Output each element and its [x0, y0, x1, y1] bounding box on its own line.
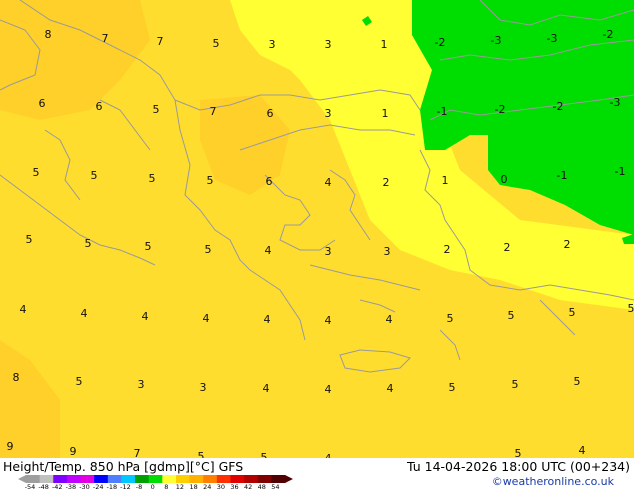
colorbar-swatch: [230, 475, 244, 483]
colorbar-swatch: [162, 475, 176, 483]
temp-label: 4: [325, 176, 332, 189]
temp-label: -2: [495, 103, 506, 116]
temp-label: -1: [437, 105, 448, 118]
colorbar-swatch: [108, 475, 122, 483]
temp-label: 4: [265, 244, 272, 257]
temp-label: 5: [153, 103, 160, 116]
temp-label: 1: [381, 38, 388, 51]
temp-label: 5: [198, 450, 205, 458]
temp-label: 9: [70, 445, 77, 458]
temp-label: 5: [449, 381, 456, 394]
temp-label: 5: [145, 240, 152, 253]
temp-label: -1: [615, 165, 626, 178]
temp-label: 4: [263, 382, 270, 395]
temp-label: 4: [142, 310, 149, 323]
colorbar-swatch: [81, 475, 95, 483]
colorbar-swatch: [40, 475, 54, 483]
colorbar-swatch: [176, 475, 190, 483]
colorbar-swatch: [217, 475, 231, 483]
temp-label: 4: [20, 303, 27, 316]
temp-label: 5: [33, 166, 40, 179]
colorbar-swatch: [258, 475, 272, 483]
temp-label: 7: [102, 32, 109, 45]
temp-label: -2: [435, 36, 446, 49]
temp-label: 3: [200, 381, 207, 394]
temp-label: 4: [387, 382, 394, 395]
temp-label: 4: [325, 383, 332, 396]
temp-label: 4: [325, 314, 332, 327]
valid-time: Tu 14-04-2026 18:00 UTC (00+234): [407, 459, 630, 474]
temp-label: 6: [266, 175, 273, 188]
temp-label: 5: [91, 169, 98, 182]
temp-label: 5: [515, 447, 522, 458]
map-footer: Height/Temp. 850 hPa [gdmp][°C] GFS Tu 1…: [0, 458, 634, 490]
temp-label: 3: [138, 378, 145, 391]
temp-label: -3: [547, 32, 558, 45]
colorbar-swatch: [135, 475, 149, 483]
temp-label: 7: [134, 447, 141, 458]
temp-label: 5: [508, 309, 515, 322]
colorbar-swatch: [203, 475, 217, 483]
temp-label: 7: [157, 35, 164, 48]
temp-label: 8: [45, 28, 52, 41]
colorbar-swatch: [271, 475, 285, 483]
temp-label: 2: [383, 176, 390, 189]
temp-label: 4: [386, 313, 393, 326]
colorbar-arrow-right: [285, 475, 293, 483]
temp-label: 2: [504, 241, 511, 254]
temp-label: 4: [579, 444, 586, 457]
temp-label: 5: [628, 302, 634, 315]
temp-label: 9: [7, 440, 14, 453]
temp-label: 5: [447, 312, 454, 325]
temp-label: 4: [264, 313, 271, 326]
colorbar-swatch: [121, 475, 135, 483]
weather-map: 8 7 7 5 3 3 1 -2 -3 -3 -2 6 6 5 7 6 3 1 …: [0, 0, 634, 458]
colorbar-swatch: [94, 475, 108, 483]
temp-label: 5: [26, 233, 33, 246]
temp-label: 1: [382, 107, 389, 120]
temp-label: 5: [149, 172, 156, 185]
temp-label: 6: [267, 107, 274, 120]
temp-label: 4: [203, 312, 210, 325]
temp-label: 5: [213, 37, 220, 50]
colorbar-swatch: [244, 475, 258, 483]
temp-label: 3: [384, 245, 391, 258]
temp-label: 2: [564, 238, 571, 251]
temp-label: 8: [13, 371, 20, 384]
colorbar-swatch: [26, 475, 40, 483]
map-canvas: 8 7 7 5 3 3 1 -2 -3 -3 -2 6 6 5 7 6 3 1 …: [0, 0, 634, 458]
temp-label: 3: [325, 245, 332, 258]
temp-label: -3: [491, 34, 502, 47]
credit-link[interactable]: ©weatheronline.co.uk: [492, 475, 614, 488]
colorbar-swatch: [190, 475, 204, 483]
temp-label: 7: [210, 105, 217, 118]
map-title: Height/Temp. 850 hPa [gdmp][°C] GFS: [3, 459, 243, 474]
colorbar-arrow-left: [18, 475, 26, 483]
temp-label: 5: [205, 243, 212, 256]
temp-label: 0: [501, 173, 508, 186]
temp-label: 3: [325, 107, 332, 120]
temp-label: 3: [325, 38, 332, 51]
temp-label: -2: [553, 100, 564, 113]
temp-label: 5: [76, 375, 83, 388]
temp-label: 5: [569, 306, 576, 319]
temp-label: -2: [603, 28, 614, 41]
temp-label: 3: [269, 38, 276, 51]
temp-label: 6: [39, 97, 46, 110]
temp-label: 5: [574, 375, 581, 388]
temp-label: 2: [444, 243, 451, 256]
colorbar-swatch: [67, 475, 81, 483]
temp-label: 1: [442, 174, 449, 187]
temp-label: 5: [207, 174, 214, 187]
temp-label: 4: [81, 307, 88, 320]
temp-label: -3: [610, 96, 621, 109]
temp-label: 6: [96, 100, 103, 113]
temp-label: 5: [261, 451, 268, 458]
temp-label: 5: [512, 378, 519, 391]
colorbar-swatch: [53, 475, 67, 483]
colorbar: [18, 475, 293, 483]
temp-label: -1: [557, 169, 568, 182]
temp-label: 5: [85, 237, 92, 250]
colorbar-swatch: [149, 475, 163, 483]
